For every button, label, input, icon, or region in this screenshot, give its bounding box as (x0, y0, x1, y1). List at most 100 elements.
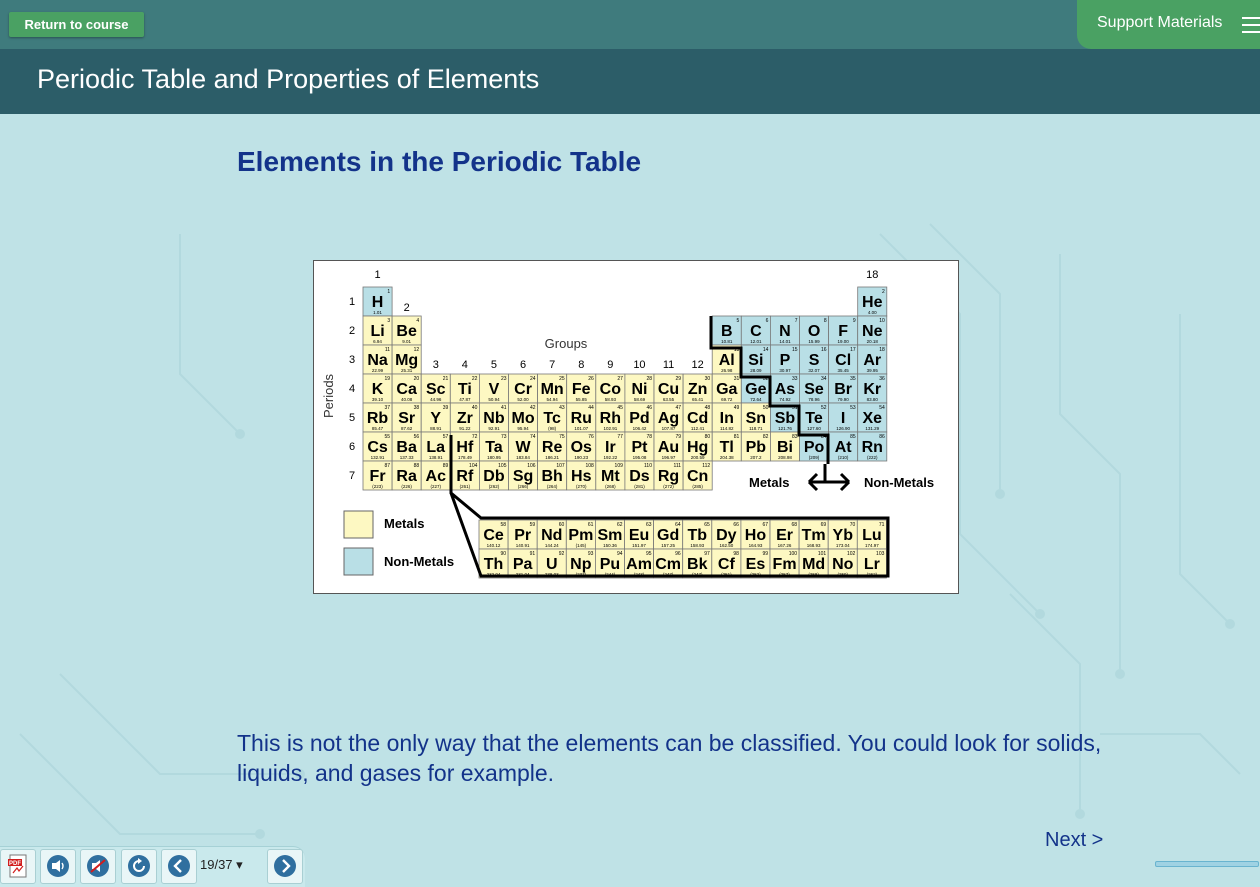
atomic-mass: 174.97 (865, 543, 879, 548)
element-symbol: Y (430, 410, 441, 427)
element-cell-db: 105Db(262) (478, 460, 509, 491)
return-to-course-button[interactable]: Return to course (9, 12, 144, 37)
pdf-icon: PDF (8, 854, 27, 878)
element-cell-md: 101Md(258) (798, 548, 829, 579)
legend-metals-label: Metals (384, 516, 424, 531)
element-cell-yb: 70Yb173.04 (827, 519, 858, 550)
atomic-number: 6 (766, 318, 769, 324)
element-cell-cn: 112Cn(285) (682, 460, 713, 491)
atomic-mass: (270) (576, 484, 587, 489)
element-symbol: Au (658, 439, 679, 456)
element-symbol: Fm (773, 556, 797, 573)
element-cell-c: 6C12.01 (740, 315, 771, 346)
element-cell-nb: 41Nb92.91 (478, 402, 509, 433)
element-cell-se: 34Se78.96 (799, 373, 830, 404)
hamburger-menu-icon[interactable] (1242, 17, 1260, 33)
element-cell-pu: 94Pu(244) (594, 548, 625, 579)
atomic-number: 49 (734, 405, 740, 411)
element-cell-fm: 100Fm(257) (769, 548, 800, 579)
element-cell-n: 7N14.01 (769, 315, 800, 346)
atomic-number: 53 (850, 405, 856, 411)
atomic-mass: 35.45 (838, 368, 850, 373)
atomic-mass: (268) (605, 484, 616, 489)
element-symbol: S (809, 352, 820, 369)
element-cell-pa: 91Pa231.04 (507, 548, 538, 579)
atomic-mass: 9.01 (402, 339, 411, 344)
atomic-mass: 151.97 (632, 543, 646, 548)
page-indicator-dropdown[interactable]: 19/37 ▾ (200, 857, 243, 873)
mute-button[interactable] (80, 849, 116, 884)
element-symbol: Ga (716, 381, 737, 398)
element-cell-ce: 58Ce140.12 (478, 519, 509, 550)
atomic-mass: 131.29 (865, 426, 879, 431)
element-cell-sc: 21Sc44.96 (420, 373, 451, 404)
element-cell-b: 5B10.81 (711, 315, 742, 346)
group-number: 2 (404, 302, 410, 314)
element-cell-bi: 83Bi208.98 (769, 431, 800, 462)
atomic-mass: (272) (663, 484, 674, 489)
atomic-mass: 25.31 (401, 368, 413, 373)
element-symbol: Fr (370, 468, 386, 485)
element-cell-cu: 29Cu63.55 (653, 373, 684, 404)
element-cell-u: 92U238.03 (536, 548, 567, 579)
atomic-number: 22 (472, 376, 478, 382)
atomic-mass: 10.81 (721, 339, 733, 344)
atomic-mass: (266) (518, 484, 529, 489)
element-symbol: C (750, 323, 762, 340)
atomic-number: 3 (387, 318, 390, 324)
element-cell-rb: 37Rb85.47 (362, 402, 393, 433)
element-cell-sn: 50Sn118.71 (740, 402, 771, 433)
atomic-mass: 12.01 (750, 339, 762, 344)
atomic-mass: 55.85 (576, 397, 588, 402)
atomic-mass: 183.84 (516, 455, 530, 460)
element-cell-ar: 18Ar39.95 (857, 344, 888, 375)
atomic-mass: 15.99 (808, 339, 820, 344)
group-number: 8 (578, 359, 584, 371)
next-slide-link[interactable]: Next > (1045, 829, 1103, 852)
slide-body-text: This is not the only way that the elemen… (237, 730, 1102, 786)
atomic-mass: (223) (372, 484, 383, 489)
element-cell-rf: 104Rf(261) (449, 460, 480, 491)
element-symbol: Nb (483, 410, 505, 427)
element-symbol: Mt (601, 468, 620, 485)
audio-button[interactable] (40, 849, 76, 884)
element-cell-eu: 63Eu151.97 (624, 519, 655, 550)
atomic-mass: 200.59 (691, 455, 705, 460)
period-number: 5 (349, 412, 355, 424)
atomic-mass: 126.90 (836, 426, 850, 431)
element-cell-hf: 72Hf178.49 (449, 431, 480, 462)
next-icon (274, 855, 296, 877)
element-cell-rn: 86Rn(222) (857, 431, 888, 462)
element-cell-h: 1H1.01 (362, 286, 393, 317)
legend-nonmetals-label: Non-Metals (384, 554, 454, 569)
element-symbol: Bi (777, 439, 793, 456)
atomic-mass: (285) (692, 484, 703, 489)
element-cell-rg: 111Rg(272) (653, 460, 684, 491)
pdf-button[interactable]: PDF (0, 849, 36, 884)
atomic-mass: 190.23 (574, 455, 588, 460)
element-cell-zn: 30Zn65.41 (682, 373, 713, 404)
atomic-mass: 20.18 (867, 339, 879, 344)
atomic-mass: 32.07 (808, 368, 820, 373)
atomic-mass: 158.93 (690, 543, 704, 548)
element-cell-ra: 88Ra(226) (391, 460, 422, 491)
previous-icon (168, 855, 190, 877)
element-cell-co: 27Co58.93 (595, 373, 626, 404)
element-symbol: Lu (862, 527, 882, 544)
next-button[interactable] (267, 849, 303, 884)
previous-button[interactable] (161, 849, 197, 884)
atomic-mass: (222) (867, 455, 878, 460)
replay-button[interactable] (121, 849, 157, 884)
element-cell-sm: 62Sm150.36 (594, 519, 625, 550)
replay-icon (128, 855, 150, 877)
support-materials-button[interactable]: Support Materials (1077, 0, 1260, 49)
element-symbol: Ce (483, 527, 504, 544)
element-symbol: Gd (657, 527, 679, 544)
element-symbol: La (426, 439, 445, 456)
atomic-mass: 50.94 (488, 397, 500, 402)
atomic-mass: (226) (401, 484, 412, 489)
element-symbol: Pt (631, 439, 648, 456)
element-cell-nd: 60Nd144.24 (536, 519, 567, 550)
element-symbol: Te (805, 410, 823, 427)
element-symbol: Ge (745, 381, 766, 398)
